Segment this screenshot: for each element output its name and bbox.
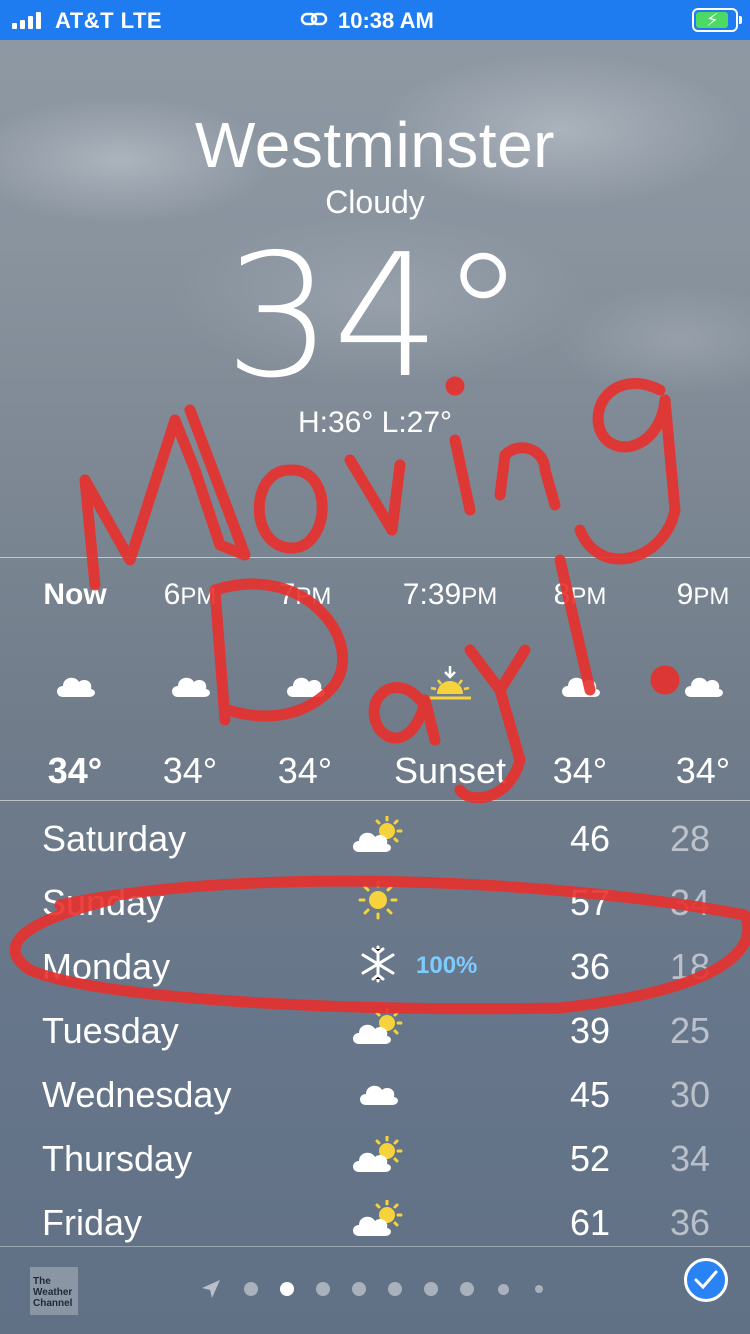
page-dot[interactable]: [316, 1282, 330, 1296]
page-dot[interactable]: [352, 1282, 366, 1296]
cloud-icon: [250, 654, 360, 714]
hour-temperature: Sunset: [393, 750, 507, 791]
hour-temperature: 34°: [552, 750, 608, 791]
checkmark-icon: [694, 1270, 718, 1290]
hour-label: 8PM: [553, 578, 607, 611]
status-time: 10:38 AM: [338, 8, 434, 33]
cloud-icon: [525, 654, 635, 714]
high-temp: 61: [569, 1202, 610, 1243]
day-name: Thursday: [42, 1138, 193, 1179]
daily-row: Thursday 52 34: [0, 1126, 750, 1190]
high-temp: 45: [569, 1074, 610, 1115]
battery-charging-icon: ⚡: [692, 8, 742, 32]
hour-temperature: 34°: [47, 750, 103, 791]
hour-temperature: 34°: [675, 750, 731, 791]
high-temp: 39: [569, 1010, 610, 1051]
day-name: Saturday: [42, 818, 187, 859]
daily-row: Tuesday 39 25: [0, 998, 750, 1062]
page-dot[interactable]: [388, 1282, 402, 1296]
low-temp: 36: [669, 1202, 710, 1243]
page-dot[interactable]: [280, 1282, 294, 1296]
sunset-icon: [390, 654, 510, 714]
carrier-label: AT&T LTE: [55, 8, 163, 33]
sun-icon: [350, 878, 406, 922]
current-temperature: 34°: [224, 218, 526, 416]
cloud-icon: [648, 654, 750, 714]
list-button[interactable]: [684, 1258, 728, 1302]
hourly-item: 7:39PM Sunset: [390, 578, 510, 792]
snowflake-icon: [350, 942, 406, 986]
page-dot[interactable]: [497, 1283, 509, 1295]
page-dot[interactable]: [424, 1282, 438, 1296]
weather-channel-logo[interactable]: The Weather Channel: [30, 1267, 78, 1315]
high-temp: 57: [569, 882, 610, 923]
logo-text: The Weather Channel: [33, 1276, 73, 1309]
cloud-icon: [20, 654, 130, 714]
city-name: Westminster: [195, 109, 555, 181]
location-arrow-icon[interactable]: [200, 1278, 222, 1300]
hourly-item: Now 34°: [20, 578, 130, 792]
hourly-item: 8PM 34°: [525, 578, 635, 792]
low-temp: 25: [669, 1010, 710, 1051]
partly-sunny-icon: [350, 1006, 406, 1050]
high-low-temperature: H:36° L:27°: [297, 406, 453, 439]
low-temp: 34: [669, 1138, 710, 1179]
cloud-icon: [350, 1070, 406, 1114]
hourly-item: 6PM 34°: [135, 578, 245, 792]
hour-label: 7PM: [278, 578, 332, 611]
link-icon: [300, 12, 328, 26]
divider-bottom: [0, 1246, 750, 1247]
daily-row: Monday 100% 36 18: [0, 934, 750, 998]
current-condition: Cloudy: [325, 184, 425, 220]
status-bar: AT&T LTE 10:38 AM ⚡: [0, 0, 750, 40]
daily-row: Sunday 57 34: [0, 870, 750, 934]
partly-sunny-icon: [350, 814, 406, 858]
page-dot[interactable]: [460, 1282, 474, 1296]
day-name: Friday: [42, 1202, 143, 1243]
divider-top: [0, 557, 750, 558]
low-temp: 28: [669, 818, 710, 859]
low-temp: 30: [669, 1074, 710, 1115]
high-temp: 52: [569, 1138, 610, 1179]
precip-chance: 100%: [416, 952, 478, 979]
low-temp: 18: [669, 946, 710, 987]
day-name: Wednesday: [42, 1074, 232, 1115]
low-temp: 34: [669, 882, 710, 923]
hour-temperature: 34°: [277, 750, 333, 791]
page-dot[interactable]: [244, 1282, 258, 1296]
daily-row: Wednesday 45 30: [0, 1062, 750, 1126]
divider-middle: [0, 800, 750, 801]
hourly-item: 7PM 34°: [250, 578, 360, 792]
high-temp: 46: [569, 818, 610, 859]
cloud-icon: [135, 654, 245, 714]
partly-sunny-icon: [350, 1134, 406, 1178]
hour-label: 7:39PM: [402, 578, 498, 611]
hour-label: Now: [43, 578, 107, 611]
day-name: Tuesday: [42, 1010, 179, 1051]
day-name: Sunday: [42, 882, 165, 923]
partly-sunny-icon: [350, 1198, 406, 1242]
hourly-item: 9PM 34°: [648, 578, 750, 792]
signal-strength-icon: [12, 11, 41, 29]
page-dot[interactable]: [535, 1285, 543, 1293]
high-temp: 36: [569, 946, 610, 987]
hour-label: 9PM: [676, 578, 730, 611]
daily-row: Saturday 46 28: [0, 806, 750, 870]
day-name: Monday: [42, 946, 171, 987]
daily-row: Friday 61 36: [0, 1190, 750, 1254]
hour-label: 6PM: [163, 578, 217, 611]
hour-temperature: 34°: [162, 750, 218, 791]
